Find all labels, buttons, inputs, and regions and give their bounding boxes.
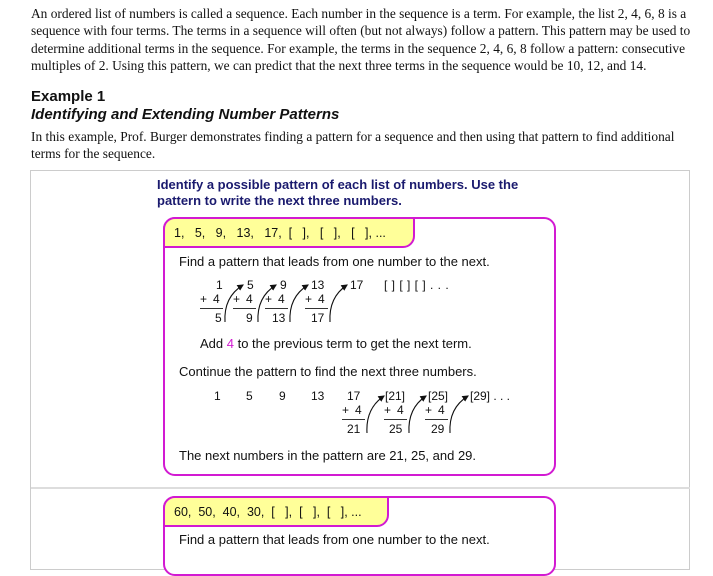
conclusion: The next numbers in the pattern are 21, … bbox=[179, 448, 477, 463]
sequence-tab-2: 60, 50, 40, 30, [ ], [ ], [ ], ... bbox=[163, 496, 389, 527]
arrow-icon bbox=[449, 395, 469, 434]
arrow-icon bbox=[366, 395, 385, 434]
step-find-pattern-2: Find a pattern that leads from one numbe… bbox=[179, 532, 490, 547]
arrow-icon bbox=[408, 395, 427, 434]
